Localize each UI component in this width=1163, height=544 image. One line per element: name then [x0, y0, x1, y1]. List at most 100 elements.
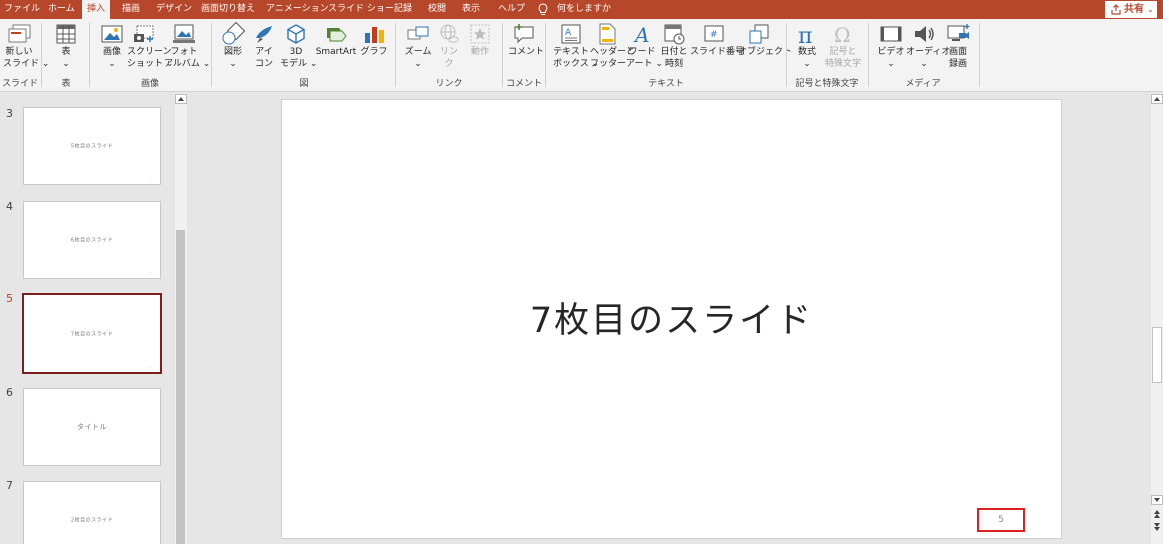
slide-thumbnail[interactable]: 2枚目のスライド	[23, 481, 161, 544]
group-label-symbols: 記号と特殊文字	[795, 79, 859, 89]
shapes-button[interactable]: 図形 ⌄	[219, 22, 247, 78]
tab-design[interactable]: デザイン	[156, 0, 192, 19]
group-separator	[89, 23, 90, 87]
cube-icon	[287, 24, 305, 44]
smartart-icon	[327, 28, 347, 42]
zoom-button[interactable]: ズーム ⌄	[402, 22, 434, 78]
ribbon: 新しい スライド ⌄ スライド 表 ⌄ 表 画像 ⌄ スクリーン ショット ⌄ …	[0, 19, 1163, 92]
symbol-button[interactable]: Ω 記号と 特殊文字	[823, 22, 863, 78]
smartart-button[interactable]: SmartArt	[314, 22, 358, 78]
bird-icon	[256, 26, 272, 43]
image-icon	[101, 25, 123, 43]
thumbnail-footer: 5	[149, 367, 151, 369]
thumbnail-footer: 4	[149, 273, 151, 275]
tab-file[interactable]: ファイル	[4, 0, 40, 19]
thumbnail-title: 6枚目のスライド	[70, 237, 114, 244]
textbox-button[interactable]: A テキスト ボックス ⌄	[553, 22, 599, 78]
comment-icon	[514, 24, 534, 44]
photo-album-button[interactable]: フォト アルバム ⌄	[164, 22, 210, 78]
share-button[interactable]: 共有 ⌄	[1105, 1, 1157, 18]
svg-text:π: π	[798, 24, 812, 46]
group-label-slides: スライド	[1, 79, 38, 89]
scrollbar-thumb[interactable]	[176, 230, 185, 544]
textbox-icon: A	[561, 24, 581, 44]
omega-icon: Ω	[834, 23, 851, 46]
group-label-comments: コメント	[505, 79, 542, 89]
screenshot-button[interactable]: スクリーン ショット ⌄	[127, 22, 173, 78]
object-button[interactable]: オブジェクト	[738, 22, 792, 78]
tab-view[interactable]: 表示	[462, 0, 480, 19]
audio-button[interactable]: オーディオ ⌄	[906, 22, 950, 78]
arrow-down-icon	[1154, 498, 1160, 502]
slide-number-icon: #	[704, 25, 724, 42]
tab-slideshow[interactable]: スライド ショー	[328, 0, 394, 19]
group-separator	[502, 23, 503, 87]
film-icon	[880, 26, 902, 42]
double-arrow-up-icon	[1154, 510, 1160, 518]
screen-recording-button[interactable]: 画面 録画	[944, 22, 972, 78]
tab-record[interactable]: 記録	[394, 0, 412, 19]
chart-button[interactable]: グラフ	[360, 22, 388, 78]
thumbnail-title: 2枚目のスライド	[70, 517, 114, 524]
thumbnail-scrollbar[interactable]	[175, 93, 187, 544]
tab-insert[interactable]: 挿入	[82, 0, 110, 19]
scroll-up-button[interactable]	[1151, 94, 1163, 104]
tab-transitions[interactable]: 画面切り替え	[201, 0, 255, 19]
new-slide-button[interactable]: 新しい スライド ⌄	[3, 22, 49, 78]
slide-number-label: 4	[6, 200, 13, 213]
slide-number-label-selected: 5	[6, 292, 13, 305]
action-button[interactable]: 動作	[467, 22, 493, 78]
wordart-button[interactable]: A ワード アート ⌄	[626, 22, 663, 78]
previous-slide-button[interactable]	[1151, 508, 1163, 520]
group-label-links: リンク	[435, 79, 463, 89]
tell-me-text: 何をしますか	[557, 4, 612, 14]
3d-models-button[interactable]: 3D モデル ⌄	[280, 22, 317, 78]
scrollbar-thumb[interactable]	[1152, 327, 1162, 383]
tab-review[interactable]: 校閲	[428, 0, 446, 19]
scroll-down-button[interactable]	[1151, 495, 1163, 505]
slide-number-button[interactable]: # スライド番号	[690, 22, 744, 78]
tab-draw[interactable]: 描画	[122, 0, 140, 19]
group-separator	[545, 23, 546, 87]
arrow-up-icon	[1154, 97, 1160, 101]
slide-title[interactable]: 7枚目のスライド	[282, 292, 1061, 343]
svg-text:#: #	[710, 30, 718, 40]
comment-button[interactable]: コメント	[508, 22, 544, 78]
slide-thumbnail[interactable]: 5枚目のスライド 3	[23, 107, 161, 185]
group-separator	[979, 23, 980, 87]
tab-help[interactable]: ヘルプ	[498, 0, 525, 19]
date-time-button[interactable]: 日付と 時刻	[660, 22, 688, 78]
slide-thumbnail[interactable]: 6枚目のスライド 4	[23, 201, 161, 279]
video-button[interactable]: ビデオ ⌄	[876, 22, 906, 78]
calendar-icon	[664, 24, 685, 45]
images-button[interactable]: 画像 ⌄	[98, 22, 126, 78]
slide-number-placeholder[interactable]: 5	[977, 508, 1025, 532]
pi-icon: π	[798, 24, 812, 46]
star-icon	[470, 24, 490, 44]
table-button[interactable]: 表 ⌄	[52, 22, 80, 78]
arrow-up-icon	[178, 97, 184, 101]
thumbnail-title: タイトル	[77, 423, 107, 431]
equation-button[interactable]: π 数式 ⌄	[792, 22, 822, 78]
next-slide-button[interactable]	[1151, 521, 1163, 533]
slide-canvas[interactable]: 7枚目のスライド 5	[281, 99, 1062, 539]
slide-thumbnail[interactable]: タイトル	[23, 388, 161, 466]
header-footer-button[interactable]: ヘッダーと フッター	[590, 22, 635, 78]
slide-number-label: 6	[6, 386, 13, 399]
group-label-media: メディア	[905, 79, 941, 89]
thumbnail-title: 7枚目のスライド	[70, 331, 114, 337]
icons-button[interactable]: アイ コン	[251, 22, 277, 78]
tab-animations[interactable]: アニメーション	[266, 0, 329, 19]
tab-home[interactable]: ホーム	[48, 0, 75, 19]
menu-bar: ファイル ホーム 挿入 描画 デザイン 画面切り替え アニメーション スライド …	[0, 0, 1163, 19]
main-scrollbar[interactable]	[1151, 93, 1163, 544]
svg-text:Ω: Ω	[834, 23, 851, 46]
chevron-down-icon: ⌄	[1147, 5, 1154, 14]
scroll-up-button[interactable]	[175, 94, 187, 104]
new-slide-icon	[8, 24, 31, 43]
slide-thumbnail-panel: 3 5枚目のスライド 3 4 6枚目のスライド 4 5 7枚目のスライド 5 6…	[0, 93, 189, 544]
group-label-text: テキスト	[648, 79, 684, 89]
group-separator	[41, 23, 42, 87]
link-button[interactable]: リン ク	[436, 22, 462, 78]
slide-thumbnail-selected[interactable]: 7枚目のスライド 5	[22, 293, 162, 374]
